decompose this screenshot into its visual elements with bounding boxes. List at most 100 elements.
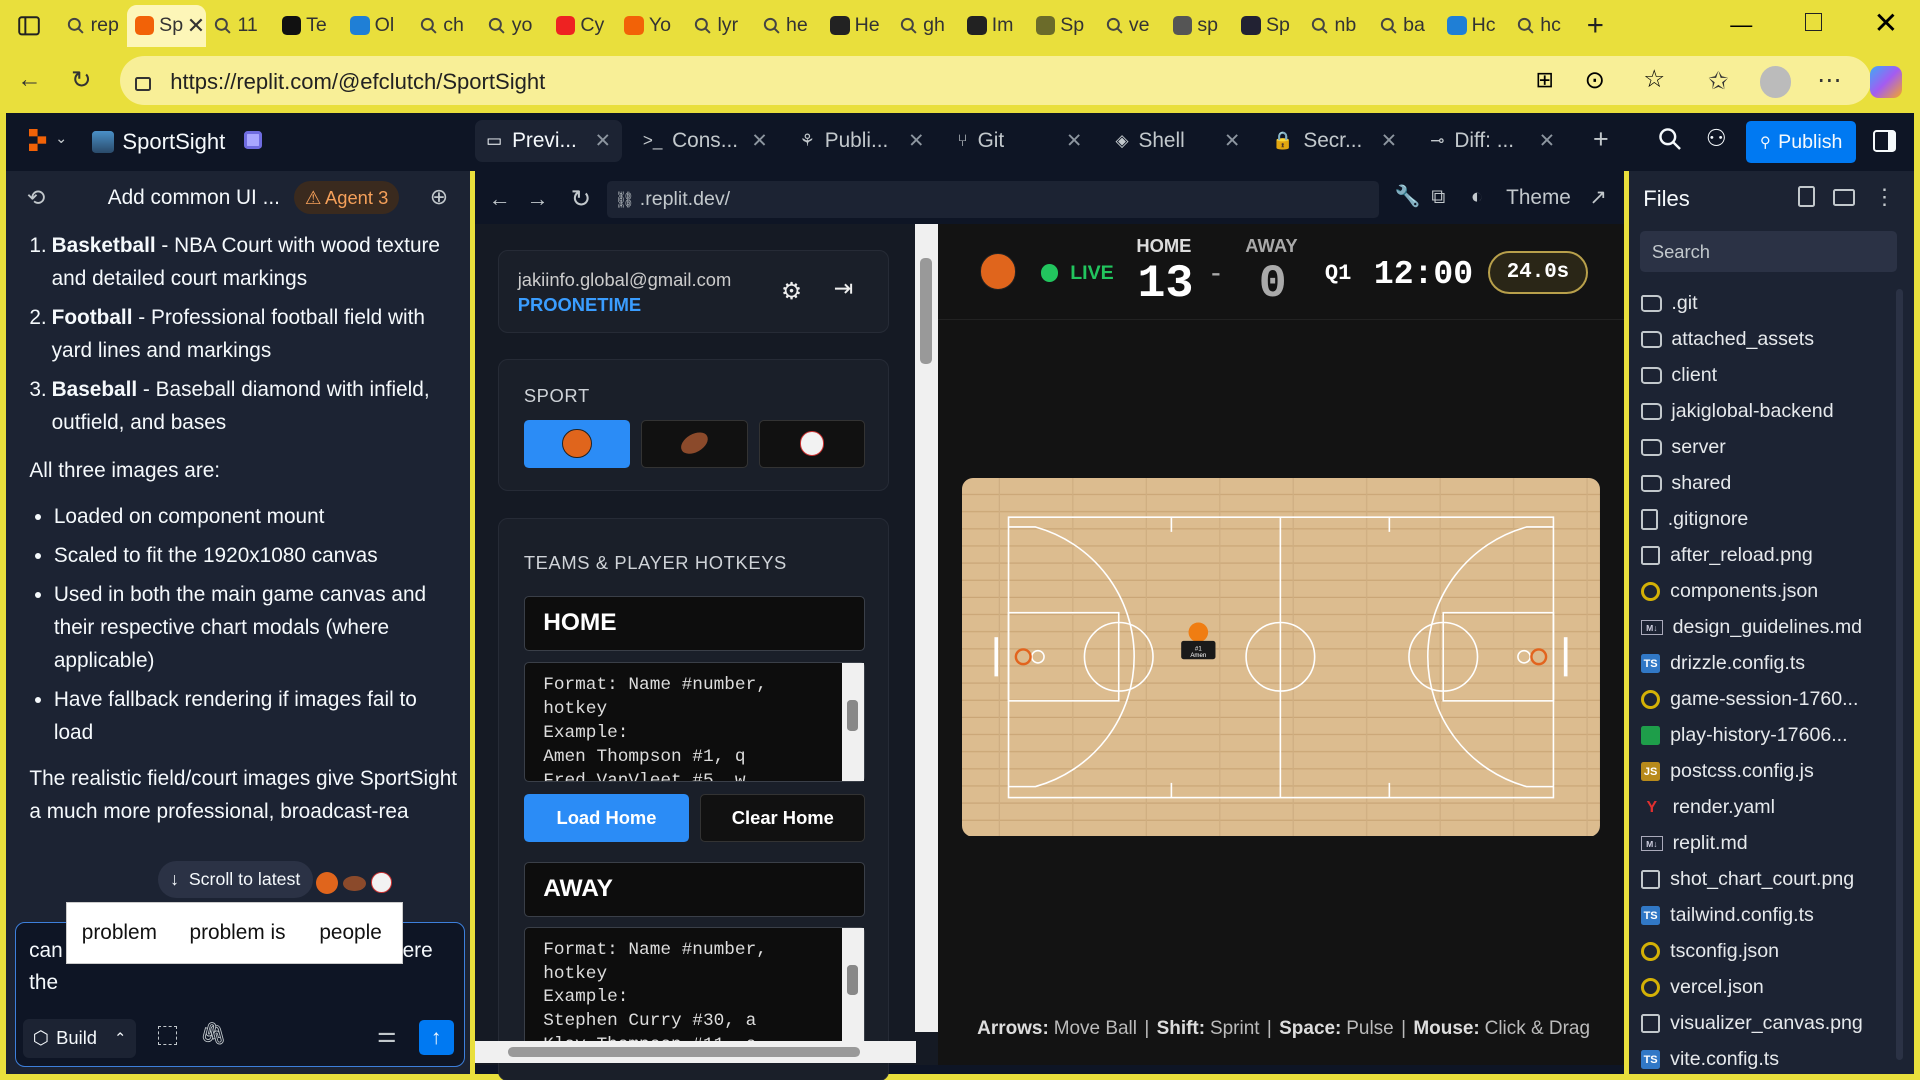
away-team-input[interactable]: AWAY	[523, 861, 866, 917]
copilot-icon[interactable]	[1869, 66, 1902, 98]
settings-gear-icon[interactable]: ⚙	[781, 278, 802, 305]
file-item-json[interactable]: game-session-1760...	[1640, 686, 1858, 713]
app-available-icon[interactable]: ⊞	[1536, 67, 1554, 93]
panel-vertical-scrollbar[interactable]	[914, 224, 938, 1033]
replit-tab[interactable]: ⚘ Publi... ✕	[789, 120, 936, 162]
browser-tab[interactable]: Cy	[549, 5, 618, 47]
attach-icon[interactable]: 🖇	[199, 1021, 227, 1047]
window-menu-icon[interactable]	[0, 0, 59, 51]
sport-basketball-button[interactable]	[523, 419, 631, 468]
agent-badge[interactable]: ⚠ Agent 3	[293, 181, 400, 215]
replit-tab[interactable]: ◈ Shell ✕	[1104, 120, 1251, 162]
add-tab-button[interactable]: +	[1593, 124, 1609, 155]
chat-title[interactable]: Add common UI ...	[108, 186, 280, 210]
browser-tab[interactable]: Te	[274, 5, 343, 47]
browser-tab[interactable]: 11	[206, 5, 275, 47]
minimize-button[interactable]: —	[1730, 12, 1752, 38]
preview-url-bar[interactable]: ⛓ .replit.dev/	[607, 181, 1379, 218]
file-item-js[interactable]: JS postcss.config.js	[1640, 758, 1814, 785]
file-item-json[interactable]: vercel.json	[1640, 974, 1764, 1001]
replit-tab[interactable]: 🔒 Secr... ✕	[1261, 120, 1408, 162]
home-textarea-scrollbar[interactable]	[842, 663, 865, 781]
file-item-sheet[interactable]: play-history-17606...	[1640, 722, 1848, 749]
history-icon[interactable]: ⟲	[27, 185, 45, 211]
file-item-folder[interactable]: attached_assets	[1640, 326, 1814, 353]
away-textarea-scrollbar[interactable]	[842, 927, 865, 1046]
file-item-json[interactable]: tsconfig.json	[1640, 938, 1779, 965]
browser-tab[interactable]: hc	[1508, 5, 1577, 47]
close-tab-icon[interactable]: ✕	[1381, 129, 1397, 153]
back-arrow-icon[interactable]: ←	[489, 186, 511, 212]
project-name[interactable]: SportSight	[122, 129, 225, 155]
more-menu-icon[interactable]: ⋯	[1817, 65, 1841, 95]
favorite-star-icon[interactable]: ☆	[1643, 64, 1665, 94]
browser-tab[interactable]: Sp	[1234, 5, 1303, 47]
publish-button[interactable]: ⚲ Publish	[1746, 121, 1857, 163]
away-players-textarea[interactable]: Format: Name #number, hotkey Example: St…	[523, 926, 866, 1047]
game-canvas[interactable]: LIVE HOME 13 - AWAY 0 Q1 12:00 24.0s #1 …	[937, 224, 1624, 1066]
file-item-md[interactable]: M↓ design_guidelines.md	[1640, 614, 1862, 641]
address-bar[interactable]: https://replit.com/@efclutch/SportSight …	[120, 56, 1872, 106]
replit-logo-icon[interactable]	[29, 128, 49, 151]
autocomplete-suggestion[interactable]: problem	[82, 921, 157, 945]
search-icon[interactable]	[1658, 127, 1682, 157]
restore-button[interactable]	[1804, 13, 1823, 31]
close-tab-icon[interactable]: ✕	[595, 129, 611, 153]
more-options-icon[interactable]: ⋮	[1873, 184, 1895, 210]
browser-tab[interactable]: Sp	[1028, 5, 1097, 47]
new-file-icon[interactable]	[1797, 186, 1815, 207]
devices-icon[interactable]: ⧉	[1431, 186, 1445, 209]
browser-tab[interactable]: Im	[960, 5, 1029, 47]
file-item-folder[interactable]: shared	[1640, 470, 1731, 497]
home-players-textarea[interactable]: Format: Name #number, hotkey Example: Am…	[523, 662, 866, 783]
palette-icon[interactable]: ◐	[1471, 185, 1484, 209]
file-item-image[interactable]: shot_chart_court.png	[1640, 866, 1854, 893]
extensions-icon[interactable]: ⊙	[1585, 65, 1606, 95]
files-scrollbar[interactable]	[1895, 288, 1903, 1061]
new-tab-button[interactable]: +	[1587, 9, 1604, 43]
replit-tab[interactable]: ⊸ Diff: ... ✕	[1419, 120, 1566, 162]
close-tab-icon[interactable]: ✕	[1224, 129, 1240, 153]
file-item-folder[interactable]: .git	[1640, 290, 1698, 317]
new-chat-icon[interactable]: ⊕	[430, 184, 448, 210]
sport-baseball-button[interactable]	[758, 419, 866, 468]
file-item-image[interactable]: visualizer_canvas.png	[1640, 1010, 1863, 1037]
new-folder-icon[interactable]	[1833, 188, 1856, 206]
close-tab-icon[interactable]: ✕	[1539, 129, 1555, 153]
browser-tab[interactable]: he	[754, 5, 823, 47]
settings-sliders-icon[interactable]: ⚌	[377, 1022, 397, 1048]
home-team-input[interactable]: HOME	[523, 596, 866, 652]
forward-arrow-icon[interactable]: →	[527, 186, 549, 212]
replit-tab[interactable]: ⑂ Git ✕	[947, 120, 1094, 162]
refresh-icon[interactable]: ↻	[571, 184, 592, 214]
browser-tab[interactable]: ch	[411, 5, 480, 47]
reload-icon[interactable]: ↻	[71, 65, 92, 95]
logout-icon[interactable]: ⇥	[834, 275, 853, 302]
basketball-court[interactable]: #1 Amen	[962, 477, 1601, 837]
autocomplete-suggestion[interactable]: people	[319, 921, 381, 945]
chevron-down-icon[interactable]: ⌄	[55, 130, 67, 147]
replit-tab[interactable]: ▭ Previ... ✕	[475, 119, 623, 162]
file-item-folder[interactable]: jakiglobal-backend	[1640, 398, 1834, 425]
browser-tab[interactable]: Ol	[343, 5, 412, 47]
replit-tab[interactable]: >_ Cons... ✕	[632, 120, 779, 162]
browser-tab[interactable]: gh	[891, 5, 960, 47]
file-item-folder[interactable]: client	[1640, 362, 1717, 389]
select-element-icon[interactable]	[157, 1025, 178, 1046]
file-item-yaml[interactable]: Yrender.yaml	[1641, 794, 1775, 821]
browser-tab[interactable]: Yo	[617, 5, 686, 47]
browser-tab[interactable]: He	[823, 5, 892, 47]
autocomplete-suggestion[interactable]: problem is	[190, 921, 286, 945]
file-item-md[interactable]: M↓ replit.md	[1640, 830, 1748, 857]
browser-tab[interactable]: Hc	[1440, 5, 1509, 47]
browser-tab[interactable]: ba	[1371, 5, 1440, 47]
invite-user-icon[interactable]: ⚇	[1706, 125, 1727, 152]
file-item-json[interactable]: components.json	[1640, 578, 1818, 605]
close-tab-icon[interactable]: ✕	[751, 129, 767, 153]
browser-tab[interactable]: Sp ✕	[127, 4, 206, 47]
back-icon[interactable]: ←	[17, 66, 41, 94]
file-item-ts[interactable]: TS drizzle.config.ts	[1640, 650, 1805, 677]
sport-football-button[interactable]	[641, 419, 748, 468]
toggle-sidebar-icon[interactable]	[1873, 129, 1896, 152]
close-tab-icon[interactable]: ✕	[908, 129, 924, 153]
